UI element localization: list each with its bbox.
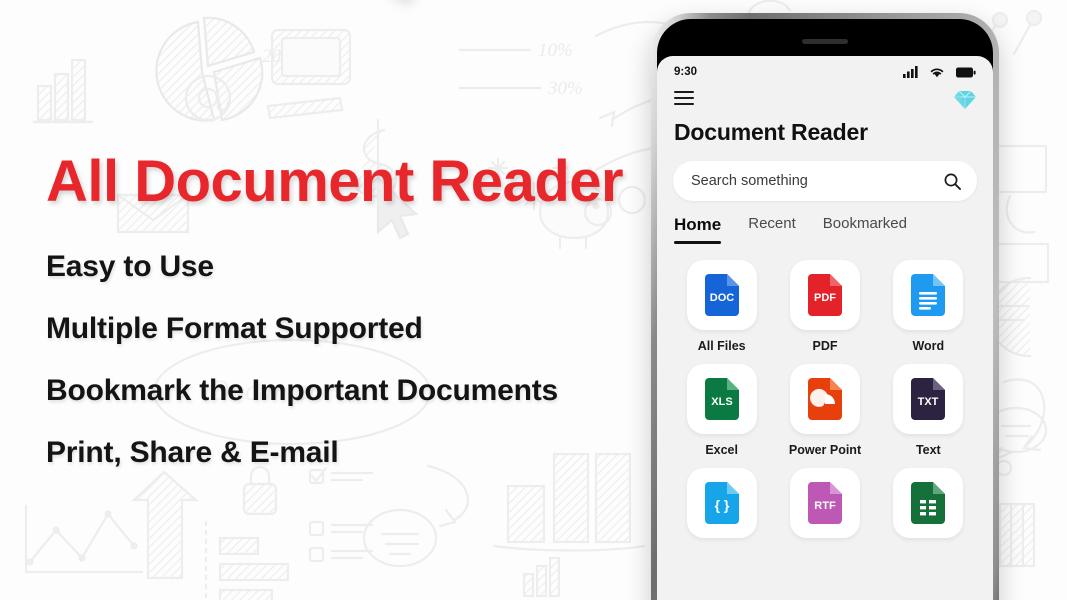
diamond-icon[interactable]: [954, 91, 976, 109]
svg-text:RTF: RTF: [814, 500, 836, 512]
svg-text:20%: 20%: [262, 46, 297, 67]
tile[interactable]: { }: [686, 468, 757, 538]
grid-item-label: Word: [912, 339, 945, 353]
code-file-icon: { }: [704, 482, 739, 524]
svg-text:10%: 10%: [538, 40, 573, 61]
powerpoint-file-icon: [807, 378, 842, 420]
tile[interactable]: RTF: [789, 468, 860, 538]
tab-bookmarked[interactable]: Bookmarked: [823, 215, 907, 238]
grid-item-sheet[interactable]: [893, 468, 964, 547]
tile[interactable]: PDF: [789, 260, 860, 330]
grid-item-word[interactable]: Word: [893, 260, 964, 353]
grid-item-label: PDF: [812, 339, 838, 353]
grid-item-text[interactable]: TXT Text: [893, 364, 964, 457]
tab-label: Home: [674, 215, 722, 234]
app-title: Document Reader: [674, 119, 868, 145]
tab-active-underline: [674, 241, 722, 244]
grid-item-excel[interactable]: XLS Excel: [686, 364, 757, 457]
svg-text:DOC: DOC: [709, 292, 734, 304]
tile[interactable]: [789, 364, 860, 434]
file-type-grid: DOC All Files PDF PDF Word XLS Excel Pow…: [657, 244, 993, 547]
phone-screen: 9:30 Document Reader Search something Ho…: [657, 56, 993, 600]
grid-item-powerpoint[interactable]: Power Point: [789, 364, 861, 457]
pdf-file-icon: PDF: [807, 274, 842, 316]
word-file-icon: [911, 274, 946, 316]
svg-text:30%: 30%: [547, 78, 583, 99]
grid-item-rtf[interactable]: RTF: [789, 468, 860, 547]
svg-text:PDF: PDF: [814, 292, 836, 304]
tile[interactable]: [893, 260, 964, 330]
tab-home[interactable]: Home: [674, 215, 722, 244]
signal-icon: [903, 66, 918, 78]
tab-label: Bookmarked: [822, 215, 907, 232]
rtf-file-icon: RTF: [807, 482, 842, 524]
hamburger-menu-icon[interactable]: [674, 91, 694, 105]
excel-file-icon: XLS: [704, 378, 739, 420]
tile[interactable]: [893, 468, 964, 538]
feature-bullet: Easy to Use: [46, 250, 214, 283]
phone-mockup: 9:30 Document Reader Search something Ho…: [651, 13, 999, 600]
phone-speaker: [802, 39, 848, 44]
tile[interactable]: DOC: [686, 260, 757, 330]
tab-label: Recent: [748, 215, 796, 232]
grid-item-label: Text: [915, 443, 941, 457]
text-file-icon: TXT: [911, 378, 946, 420]
grid-item-label: Excel: [705, 443, 738, 457]
search-input[interactable]: [689, 172, 944, 190]
grid-item-label: All Files: [697, 339, 746, 353]
battery-icon: [956, 67, 976, 77]
sheet-file-icon: [911, 482, 946, 524]
promo-banner: 10% 30% 20% Document All Document Reader…: [0, 0, 1067, 600]
feature-bullet: Multiple Format Supported: [46, 312, 423, 345]
tile[interactable]: TXT: [893, 364, 964, 434]
search-icon[interactable]: [944, 173, 961, 190]
grid-item-label: Power Point: [788, 443, 862, 457]
status-clock: 9:30: [674, 66, 698, 78]
svg-text:TXT: TXT: [918, 396, 939, 408]
status-icon-group: [903, 66, 976, 78]
wifi-icon: [930, 68, 944, 78]
doc-file-icon: DOC: [704, 274, 739, 316]
app-bar: [657, 86, 993, 109]
grid-item-pdf[interactable]: PDF PDF: [789, 260, 860, 353]
page-title: All Document Reader: [46, 149, 624, 214]
status-bar: 9:30: [657, 56, 993, 86]
tile[interactable]: XLS: [686, 364, 757, 434]
svg-text:XLS: XLS: [711, 396, 732, 408]
tab-recent[interactable]: Recent: [748, 215, 796, 238]
svg-text:{ }: { }: [714, 497, 729, 513]
search-bar[interactable]: [673, 161, 977, 201]
phone-bezel: 9:30 Document Reader Search something Ho…: [657, 19, 993, 600]
feature-bullet: Bookmark the Important Documents: [46, 374, 559, 407]
grid-item-all-files[interactable]: DOC All Files: [686, 260, 757, 353]
feature-bullet: Print, Share & E-mail: [46, 436, 339, 469]
tab-bar: Home Recent Bookmarked: [657, 201, 993, 244]
grid-item-code[interactable]: { }: [686, 468, 757, 547]
